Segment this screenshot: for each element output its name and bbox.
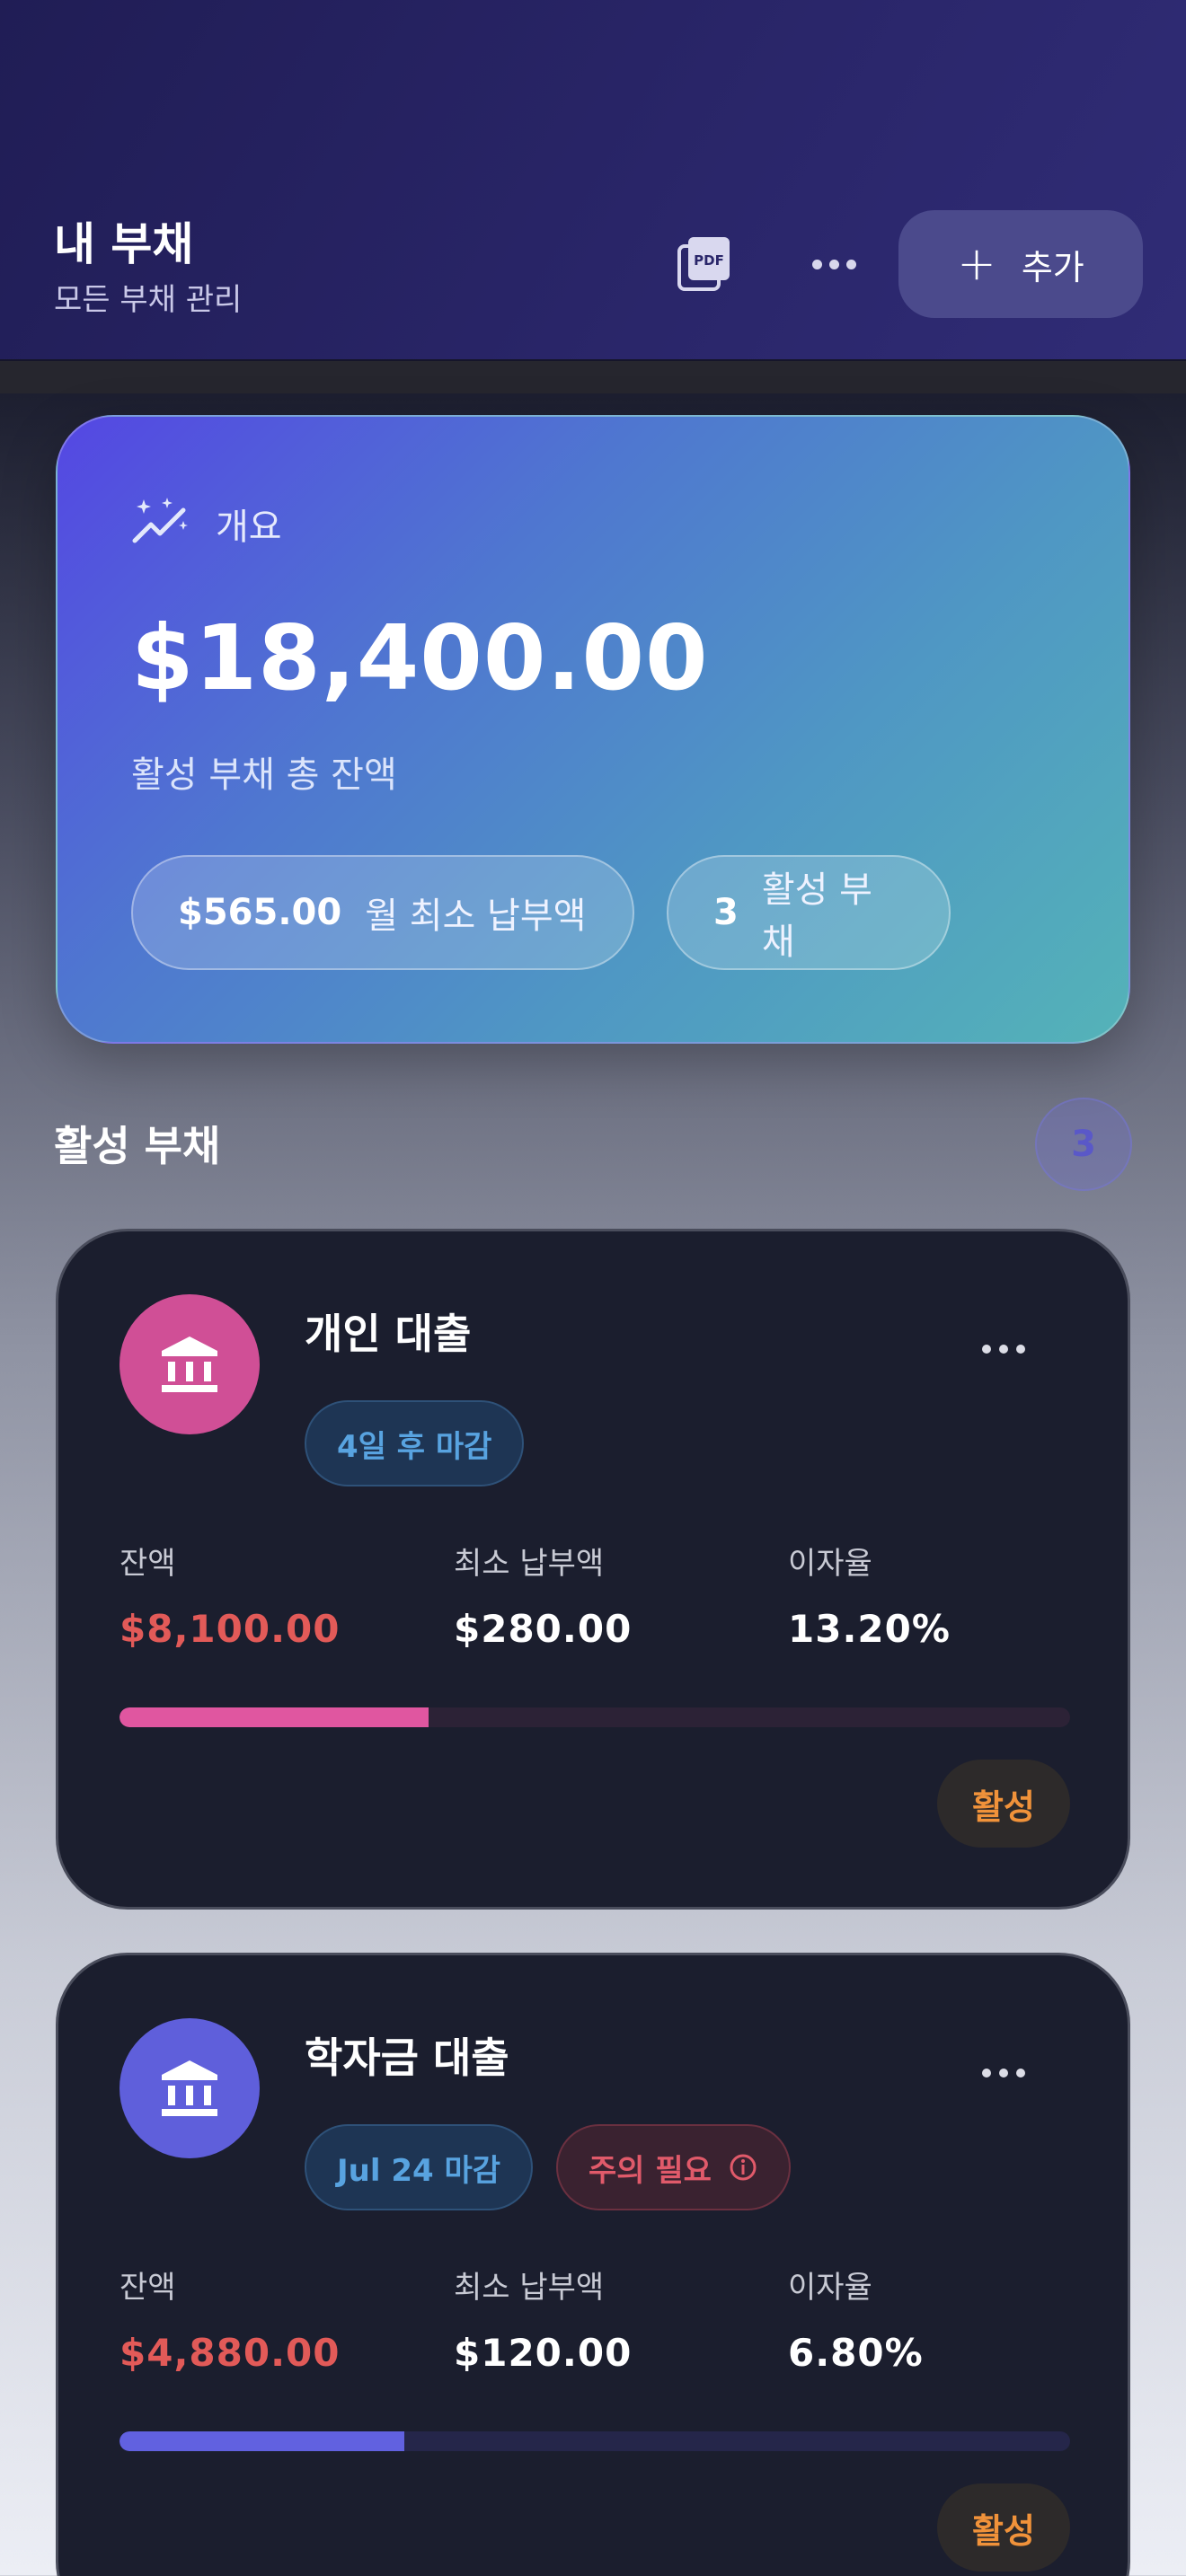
interest-rate-label: 이자율 (788, 2270, 872, 2306)
min-payment-label: 최소 납부액 (454, 1546, 605, 1582)
section-count-badge: 3 (1035, 1098, 1132, 1191)
section-title: 활성 부채 (54, 1122, 221, 1170)
min-payment-value: $280.00 (454, 1607, 633, 1651)
balance-value: $8,100.00 (119, 1607, 341, 1651)
payoff-progress-fill (119, 2431, 405, 2451)
page-title: 내 부채 (54, 218, 194, 270)
active-count-value: 3 (713, 892, 739, 933)
due-date-tag: 4일 후 마감 (305, 1400, 525, 1486)
balance-label: 잔액 (119, 2270, 176, 2306)
debt-more-button[interactable] (982, 1345, 1025, 1354)
add-debt-button[interactable]: + 추가 (898, 210, 1143, 318)
min-payment-label: 최소 납부액 (454, 2270, 605, 2306)
payoff-progress-fill (119, 1707, 429, 1727)
svg-text:PDF: PDF (694, 252, 724, 269)
debt-card[interactable]: 학자금 대출 Jul 24 마감 주의 필요 잔액 최소 납부액 이자율 $4,… (56, 1953, 1130, 2576)
interest-rate-value: 13.20% (788, 1607, 951, 1651)
balance-label: 잔액 (119, 1546, 176, 1582)
debt-avatar (119, 1294, 260, 1434)
more-horizontal-icon (982, 2069, 991, 2078)
status-badge: 활성 (937, 2483, 1070, 2572)
sparkle-chart-icon (132, 498, 188, 543)
pdf-export-button[interactable]: PDF (676, 235, 733, 293)
debt-name: 개인 대출 (305, 1310, 472, 1358)
more-horizontal-icon (811, 259, 822, 269)
active-count-pill: 3 활성 부채 (667, 855, 951, 970)
total-balance: $18,400.00 (131, 605, 709, 710)
interest-rate-label: 이자율 (788, 1546, 872, 1582)
min-payment-pill: $565.00 월 최소 납부액 (131, 855, 634, 970)
due-date-tag: Jul 24 마감 (305, 2124, 534, 2210)
bank-icon (162, 2060, 217, 2116)
min-payment-value: $565.00 (178, 892, 342, 933)
bank-icon (162, 1337, 217, 1392)
active-count-label: 활성 부채 (761, 869, 872, 963)
status-badge: 활성 (937, 1760, 1070, 1848)
summary-card: 개요 $18,400.00 활성 부채 총 잔액 $565.00 월 최소 납부… (56, 415, 1130, 1044)
plus-icon: + (957, 237, 996, 291)
debt-card[interactable]: 개인 대출 4일 후 마감 잔액 최소 납부액 이자율 $8,100.00 $2… (56, 1229, 1130, 1910)
page-subtitle: 모든 부채 관리 (54, 282, 243, 318)
payoff-progress-bar (119, 1707, 1070, 1727)
total-balance-caption: 활성 부채 총 잔액 (131, 754, 397, 796)
info-icon (730, 2154, 757, 2181)
interest-rate-value: 6.80% (788, 2331, 924, 2375)
attention-tag[interactable]: 주의 필요 (556, 2124, 791, 2210)
more-horizontal-icon (982, 1345, 991, 1354)
debt-name: 학자금 대출 (305, 2033, 509, 2082)
pdf-export-icon: PDF (677, 237, 730, 291)
add-button-label: 추가 (1021, 247, 1084, 287)
summary-label: 개요 (216, 507, 282, 548)
app-header: 내 부채 모든 부채 관리 PDF + 추가 (0, 0, 1186, 361)
header-divider (0, 361, 1186, 393)
more-options-button[interactable] (807, 235, 861, 293)
debt-avatar (119, 2018, 260, 2158)
debt-more-button[interactable] (982, 2069, 1025, 2078)
min-payment-label: 월 최소 납부액 (365, 895, 587, 937)
min-payment-value: $120.00 (454, 2331, 633, 2375)
balance-value: $4,880.00 (119, 2331, 341, 2375)
payoff-progress-bar (119, 2431, 1070, 2451)
